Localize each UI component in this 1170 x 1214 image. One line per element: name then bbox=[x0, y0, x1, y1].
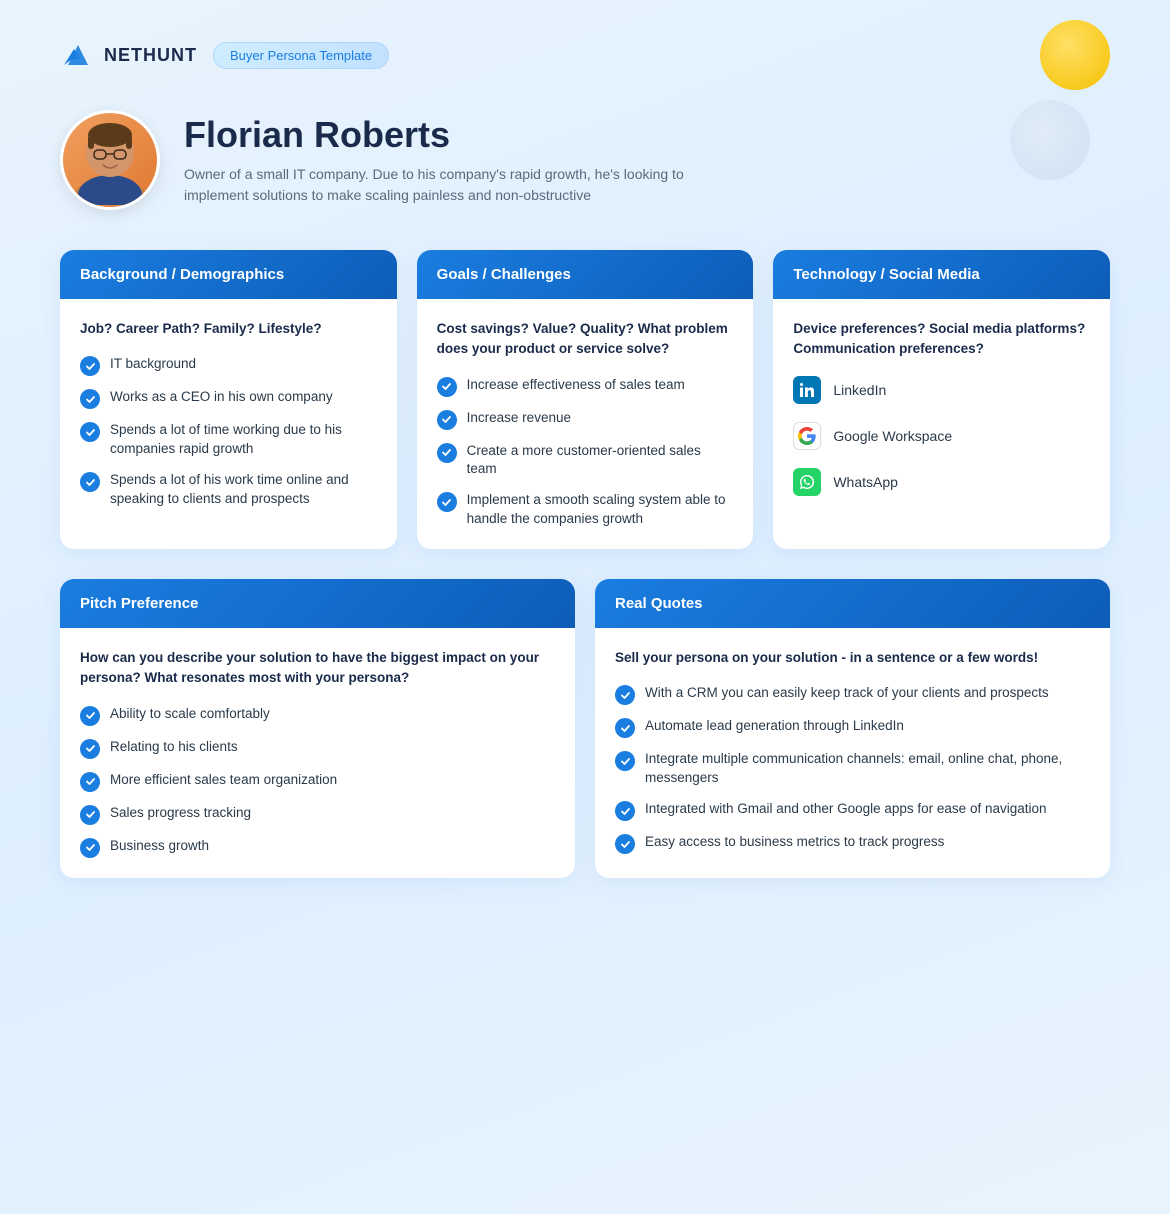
hero-section: Florian Roberts Owner of a small IT comp… bbox=[0, 100, 1170, 240]
check-icon bbox=[615, 751, 635, 771]
list-item: Sales progress tracking bbox=[80, 804, 555, 825]
list-item: Relating to his clients bbox=[80, 738, 555, 759]
quotes-card-body: Sell your persona on your solution - in … bbox=[595, 628, 1110, 874]
list-item: Works as a CEO in his own company bbox=[80, 388, 377, 409]
check-icon bbox=[615, 834, 635, 854]
bottom-cards-grid: Pitch Preference How can you describe yo… bbox=[0, 569, 1170, 918]
check-icon bbox=[80, 706, 100, 726]
check-icon bbox=[615, 718, 635, 738]
social-list: LinkedIn Google Workspace bbox=[793, 376, 1090, 496]
check-icon bbox=[615, 685, 635, 705]
background-card-body: Job? Career Path? Family? Lifestyle? IT … bbox=[60, 299, 397, 529]
check-icon bbox=[80, 472, 100, 492]
background-question: Job? Career Path? Family? Lifestyle? bbox=[80, 319, 377, 339]
linkedin-icon bbox=[793, 376, 821, 404]
technology-card: Technology / Social Media Device prefere… bbox=[773, 250, 1110, 549]
list-item: Create a more customer-oriented sales te… bbox=[437, 442, 734, 480]
goals-question: Cost savings? Value? Quality? What probl… bbox=[437, 319, 734, 360]
list-item: IT background bbox=[80, 355, 377, 376]
pitch-list: Ability to scale comfortably Relating to… bbox=[80, 705, 555, 858]
whatsapp-label: WhatsApp bbox=[833, 474, 898, 490]
list-item: Spends a lot of time working due to his … bbox=[80, 421, 377, 459]
check-icon bbox=[80, 772, 100, 792]
check-icon bbox=[437, 377, 457, 397]
google-item: Google Workspace bbox=[793, 422, 1090, 450]
list-item: Increase effectiveness of sales team bbox=[437, 376, 734, 397]
list-item: Automate lead generation through LinkedI… bbox=[615, 717, 1090, 738]
goals-list: Increase effectiveness of sales team Inc… bbox=[437, 376, 734, 530]
list-item: Integrate multiple communication channel… bbox=[615, 750, 1090, 788]
list-item: Increase revenue bbox=[437, 409, 734, 430]
background-list: IT background Works as a CEO in his own … bbox=[80, 355, 377, 509]
technology-card-body: Device preferences? Social media platfor… bbox=[773, 299, 1110, 516]
pitch-card-header: Pitch Preference bbox=[60, 579, 575, 628]
badge: Buyer Persona Template bbox=[213, 42, 389, 69]
list-item: Ability to scale comfortably bbox=[80, 705, 555, 726]
check-icon bbox=[80, 389, 100, 409]
whatsapp-item: WhatsApp bbox=[793, 468, 1090, 496]
background-card: Background / Demographics Job? Career Pa… bbox=[60, 250, 397, 549]
list-item: Spends a lot of his work time online and… bbox=[80, 471, 377, 509]
google-icon bbox=[793, 422, 821, 450]
logo: NetHunt bbox=[60, 37, 197, 73]
list-item: Easy access to business metrics to track… bbox=[615, 833, 1090, 854]
hero-info: Florian Roberts Owner of a small IT comp… bbox=[184, 114, 744, 206]
pitch-card-body: How can you describe your solution to ha… bbox=[60, 628, 575, 878]
yellow-circle-decor bbox=[1040, 20, 1110, 90]
list-item: Business growth bbox=[80, 837, 555, 858]
avatar bbox=[60, 110, 160, 210]
check-icon bbox=[80, 838, 100, 858]
quotes-question: Sell your persona on your solution - in … bbox=[615, 648, 1090, 668]
check-icon bbox=[615, 801, 635, 821]
background-card-header: Background / Demographics bbox=[60, 250, 397, 299]
check-icon bbox=[437, 443, 457, 463]
check-icon bbox=[80, 805, 100, 825]
check-icon bbox=[80, 422, 100, 442]
header: NetHunt Buyer Persona Template bbox=[0, 0, 1170, 100]
nethunt-logo-icon bbox=[60, 37, 96, 73]
quotes-card: Real Quotes Sell your persona on your so… bbox=[595, 579, 1110, 878]
google-label: Google Workspace bbox=[833, 428, 952, 444]
pitch-question: How can you describe your solution to ha… bbox=[80, 648, 555, 689]
goals-card: Goals / Challenges Cost savings? Value? … bbox=[417, 250, 754, 549]
top-cards-grid: Background / Demographics Job? Career Pa… bbox=[0, 240, 1170, 569]
check-icon bbox=[80, 739, 100, 759]
persona-description: Owner of a small IT company. Due to his … bbox=[184, 164, 744, 206]
list-item: With a CRM you can easily keep track of … bbox=[615, 684, 1090, 705]
goals-card-header: Goals / Challenges bbox=[417, 250, 754, 299]
goals-card-body: Cost savings? Value? Quality? What probl… bbox=[417, 299, 754, 549]
whatsapp-icon bbox=[793, 468, 821, 496]
check-icon bbox=[437, 492, 457, 512]
check-icon bbox=[80, 356, 100, 376]
persona-name: Florian Roberts bbox=[184, 114, 744, 156]
technology-question: Device preferences? Social media platfor… bbox=[793, 319, 1090, 360]
hero-circle-decor bbox=[1010, 100, 1090, 180]
list-item: Implement a smooth scaling system able t… bbox=[437, 491, 734, 529]
quotes-card-header: Real Quotes bbox=[595, 579, 1110, 628]
list-item: Integrated with Gmail and other Google a… bbox=[615, 800, 1090, 821]
linkedin-label: LinkedIn bbox=[833, 382, 886, 398]
quotes-list: With a CRM you can easily keep track of … bbox=[615, 684, 1090, 854]
pitch-card: Pitch Preference How can you describe yo… bbox=[60, 579, 575, 878]
linkedin-item: LinkedIn bbox=[793, 376, 1090, 404]
check-icon bbox=[437, 410, 457, 430]
technology-card-header: Technology / Social Media bbox=[773, 250, 1110, 299]
header-decor bbox=[1040, 20, 1110, 90]
logo-text: NetHunt bbox=[104, 45, 197, 66]
list-item: More efficient sales team organization bbox=[80, 771, 555, 792]
